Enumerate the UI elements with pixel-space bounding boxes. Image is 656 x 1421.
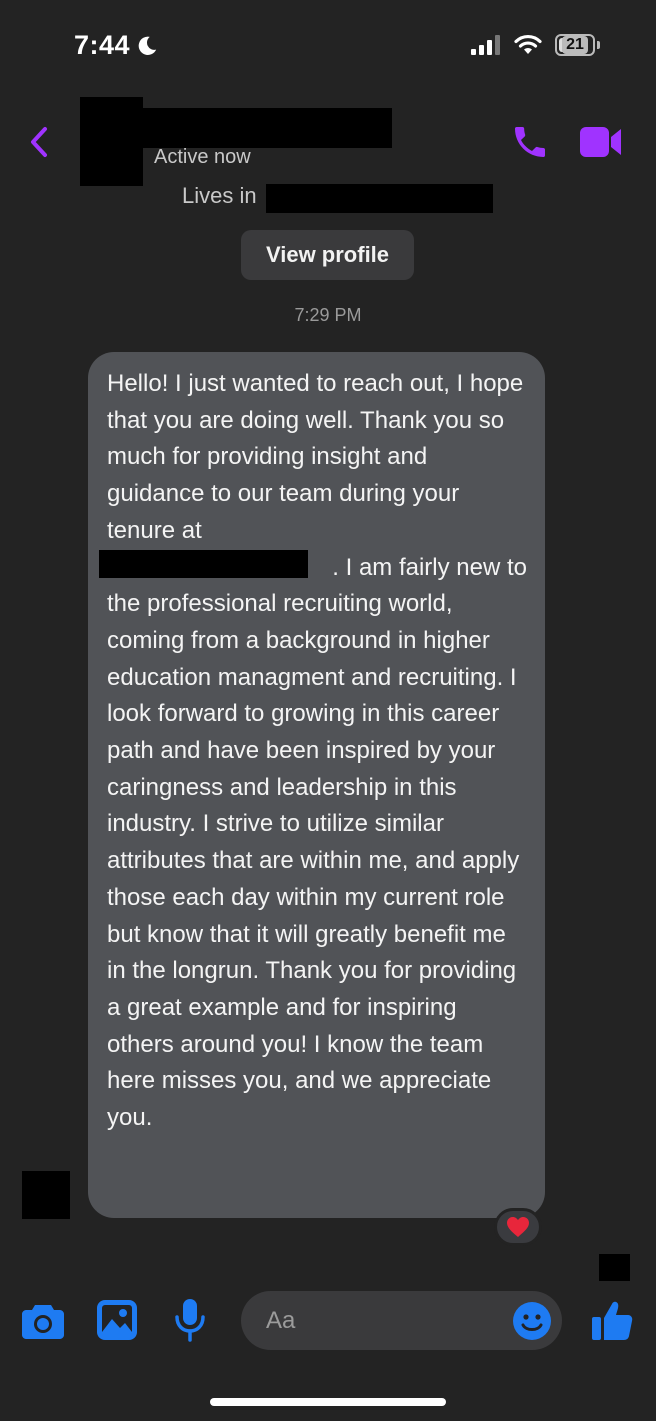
message-reaction[interactable]: [494, 1208, 542, 1246]
back-chevron-icon[interactable]: [28, 126, 50, 158]
read-receipt: [599, 1254, 630, 1281]
video-call-icon[interactable]: [579, 124, 623, 160]
status-icons: 21: [471, 34, 600, 56]
message-text-after: the professional recruiting world, comin…: [107, 590, 520, 1132]
avatar[interactable]: [80, 97, 143, 186]
message-bubble[interactable]: Hello! I just wanted to reach out, I hop…: [88, 352, 545, 1218]
battery-icon: 21: [555, 34, 595, 56]
message-text-after-first: . I am fairly new to: [332, 553, 527, 581]
wifi-icon: [514, 34, 542, 54]
camera-icon[interactable]: [21, 1301, 65, 1341]
view-profile-button[interactable]: View profile: [241, 230, 414, 280]
battery-level: 21: [562, 36, 588, 54]
location-label: Lives in: [182, 183, 257, 208]
emoji-icon[interactable]: [512, 1301, 552, 1341]
redacted-company: [99, 550, 308, 578]
message-text-before: Hello! I just wanted to reach out, I hop…: [107, 370, 524, 544]
moon-icon: [138, 36, 157, 55]
status-time: 7:44: [74, 30, 158, 61]
home-indicator: [210, 1398, 446, 1406]
active-status: Active now: [154, 146, 251, 168]
contact-name[interactable]: [140, 108, 392, 148]
clock-text: 7:44: [74, 30, 131, 60]
message-input-placeholder: Aa: [266, 1306, 296, 1334]
location-value: [266, 184, 493, 213]
heart-icon: [507, 1217, 529, 1237]
thumbs-up-icon[interactable]: [590, 1298, 634, 1342]
microphone-icon[interactable]: [173, 1297, 207, 1343]
message-timestamp: 7:29 PM: [294, 305, 362, 325]
phone-call-icon[interactable]: [510, 122, 550, 162]
signal-icon: [471, 35, 500, 55]
sender-avatar: [22, 1171, 70, 1219]
battery-cap: [597, 41, 600, 49]
gallery-icon[interactable]: [96, 1299, 138, 1341]
